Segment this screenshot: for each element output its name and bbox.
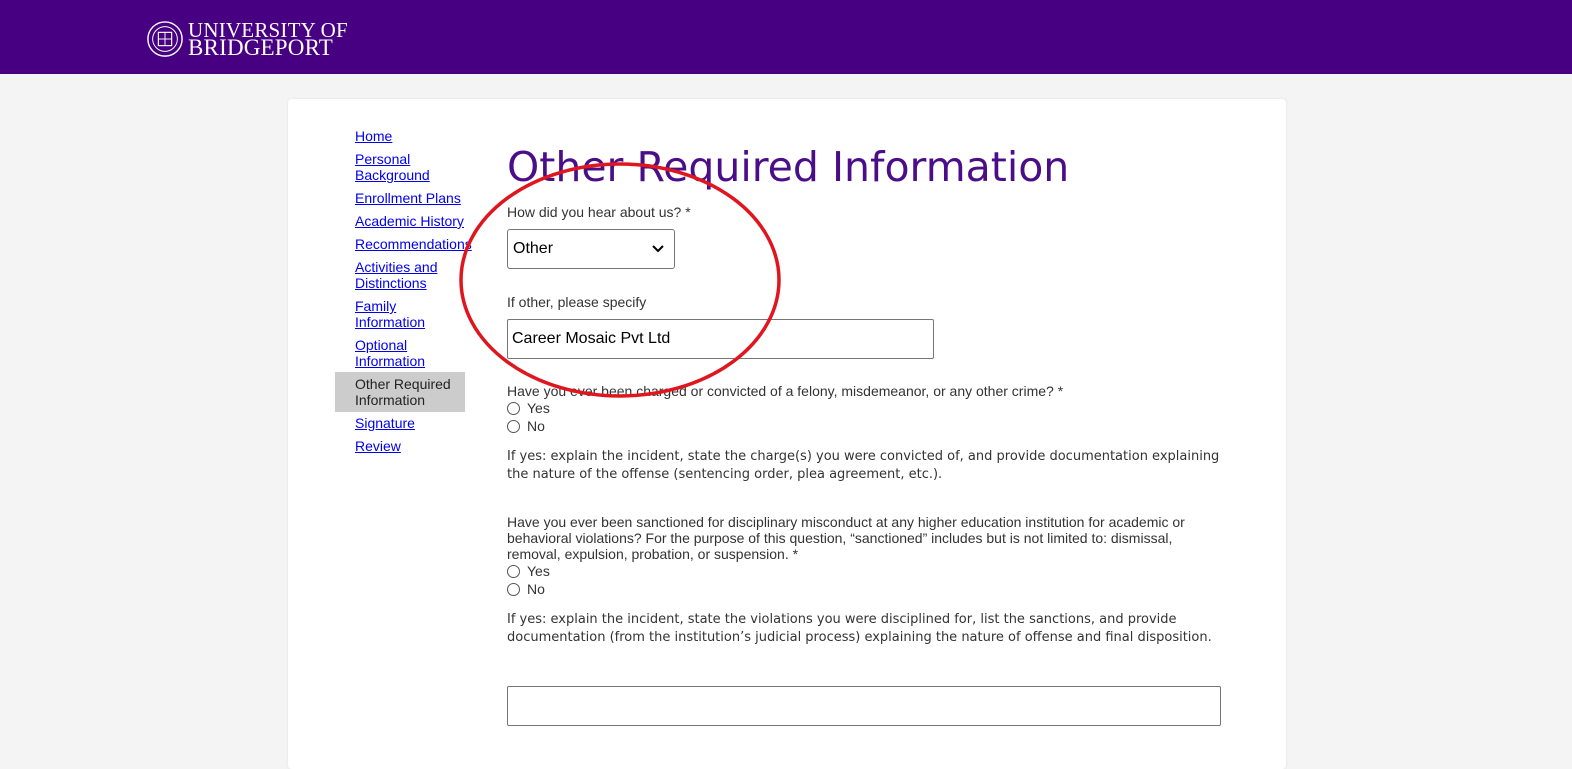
other-specify-label: If other, please specify — [507, 294, 647, 310]
nav-item-optional-information[interactable]: Optional Information — [335, 337, 475, 369]
nav-link[interactable]: Personal Background — [355, 151, 445, 183]
discipline-no-radio[interactable] — [507, 582, 520, 596]
university-seal-icon — [147, 21, 183, 57]
nav-link[interactable]: Home — [355, 128, 475, 144]
crime-explanation-note: If yes: explain the incident, state the … — [507, 449, 1220, 482]
hear-about-label: How did you hear about us? * — [507, 204, 691, 220]
nav-item-family-information[interactable]: Family Information — [335, 298, 475, 330]
hear-about-selected-value: Other — [513, 240, 554, 257]
discipline-no-option[interactable]: No — [507, 581, 545, 597]
nav-item-personal-background[interactable]: Personal Background — [335, 151, 475, 183]
nav-link[interactable]: Signature — [355, 415, 475, 431]
crime-yes-radio[interactable] — [507, 401, 520, 415]
hear-about-select[interactable]: Other — [507, 229, 675, 269]
nav-item-signature[interactable]: Signature — [335, 415, 475, 431]
crime-yes-label: Yes — [527, 400, 550, 416]
nav-item-enrollment-plans[interactable]: Enrollment Plans — [335, 190, 475, 206]
sidebar-nav: Home Personal Background Enrollment Plan… — [335, 126, 475, 461]
nav-link[interactable]: Activities and Distinctions — [355, 259, 455, 291]
nav-item-activities[interactable]: Activities and Distinctions — [335, 259, 475, 291]
nav-item-home[interactable]: Home — [335, 128, 475, 144]
nav-link[interactable]: Recommendations — [355, 236, 475, 252]
explanation-input[interactable] — [507, 686, 1221, 726]
logo-line-2: BRIDGEPORT — [188, 35, 334, 60]
crime-no-label: No — [527, 418, 545, 434]
discipline-yes-radio[interactable] — [507, 564, 520, 578]
other-specify-input[interactable] — [507, 319, 934, 359]
nav-item-other-required-active[interactable]: Other Required Information — [335, 372, 465, 412]
nav-link[interactable]: Review — [355, 438, 475, 454]
nav-link[interactable]: Enrollment Plans — [355, 190, 475, 206]
nav-item-recommendations[interactable]: Recommendations — [335, 236, 475, 252]
nav-item-academic-history[interactable]: Academic History — [335, 213, 475, 229]
nav-link[interactable]: Academic History — [355, 213, 475, 229]
nav-link[interactable]: Optional Information — [355, 337, 435, 369]
nav-item-review[interactable]: Review — [335, 438, 475, 454]
crime-no-radio[interactable] — [507, 419, 520, 433]
chevron-down-icon — [652, 245, 664, 253]
discipline-yes-label: Yes — [527, 563, 550, 579]
discipline-question: Have you ever been sanctioned for discip… — [507, 514, 1185, 562]
discipline-no-label: No — [527, 581, 545, 597]
university-logo[interactable]: UNIVERSITY OF BRIDGEPORT — [146, 18, 348, 60]
discipline-yes-option[interactable]: Yes — [507, 563, 550, 579]
discipline-explanation-note: If yes: explain the incident, state the … — [507, 612, 1212, 645]
header-bar: UNIVERSITY OF BRIDGEPORT — [0, 0, 1572, 74]
page-title: Other Required Information — [507, 143, 1070, 191]
crime-question: Have you ever been charged or convicted … — [507, 383, 1064, 399]
crime-no-option[interactable]: No — [507, 418, 545, 434]
nav-label-current: Other Required Information — [355, 376, 451, 408]
crime-yes-option[interactable]: Yes — [507, 400, 550, 416]
nav-link[interactable]: Family Information — [355, 298, 435, 330]
